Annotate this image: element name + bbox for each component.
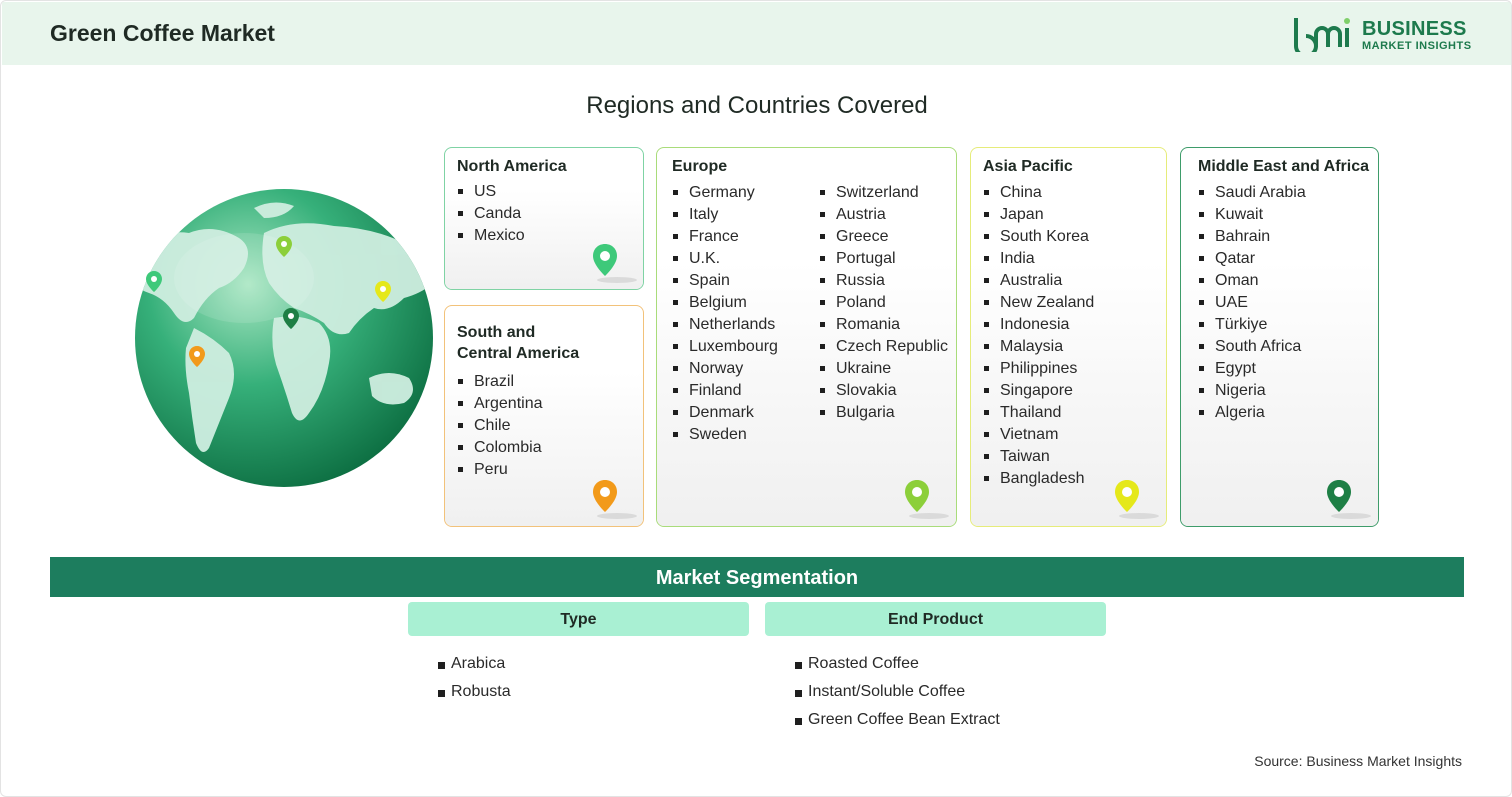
list-item: Bahrain xyxy=(1198,226,1306,248)
location-pin-icon xyxy=(593,244,637,283)
list-item: Roasted Coffee xyxy=(795,650,1000,678)
segment-list-end-product: Roasted Coffee Instant/Soluble Coffee Gr… xyxy=(795,650,1000,734)
segment-list-type: Arabica Robusta xyxy=(438,650,511,706)
list-item: Türkiye xyxy=(1198,314,1306,336)
region-title: Middle East and Africa xyxy=(1198,158,1369,175)
region-card-north-america: North America US Canda Mexico xyxy=(444,147,644,290)
logo-text-business: BUSINESS xyxy=(1362,18,1467,40)
list-item: Taiwan xyxy=(983,446,1094,468)
infographic-frame: Green Coffee Market BUSINESS MARKET INSI… xyxy=(0,0,1512,797)
list-item: Ukraine xyxy=(819,358,948,380)
list-item: Italy xyxy=(672,204,778,226)
list-item: Arabica xyxy=(438,650,511,678)
list-item: U.K. xyxy=(672,248,778,270)
list-item: Russia xyxy=(819,270,948,292)
region-title: Europe xyxy=(672,158,728,175)
location-pin-icon xyxy=(1327,480,1371,519)
logo-text-market-insights: MARKET INSIGHTS xyxy=(1362,40,1472,52)
list-item: Algeria xyxy=(1198,402,1306,424)
list-item: Luxembourg xyxy=(672,336,778,358)
list-item: Netherlands xyxy=(672,314,778,336)
list-item: Brazil xyxy=(457,371,543,393)
segment-header-type: Type xyxy=(408,602,749,636)
list-item: Green Coffee Bean Extract xyxy=(795,706,1000,734)
list-item: Malaysia xyxy=(983,336,1094,358)
list-item: Czech Republic xyxy=(819,336,948,358)
list-item: Bangladesh xyxy=(983,468,1094,490)
list-item: Romania xyxy=(819,314,948,336)
list-item: France xyxy=(672,226,778,248)
region-title-line1: South and xyxy=(457,324,536,341)
location-pin-icon xyxy=(593,480,637,519)
list-item: Instant/Soluble Coffee xyxy=(795,678,1000,706)
country-list-col2: Switzerland Austria Greece Portugal Russ… xyxy=(819,182,948,424)
list-item: Qatar xyxy=(1198,248,1306,270)
list-item: Austria xyxy=(819,204,948,226)
region-title: Asia Pacific xyxy=(983,158,1073,175)
region-card-middle-east-africa: Middle East and Africa Saudi Arabia Kuwa… xyxy=(1180,147,1379,527)
region-title-line2: Central America xyxy=(457,345,580,362)
region-card-south-central-america: South and Central America Brazil Argenti… xyxy=(444,305,644,527)
list-item: Singapore xyxy=(983,380,1094,402)
country-list-col1: Germany Italy France U.K. Spain Belgium … xyxy=(672,182,778,446)
country-list: US Canda Mexico xyxy=(457,181,525,247)
segment-header-end-product: End Product xyxy=(765,602,1106,636)
region-card-europe: Europe Germany Italy France U.K. Spain B… xyxy=(656,147,957,527)
location-pin-icon xyxy=(1115,480,1159,519)
list-item: Slovakia xyxy=(819,380,948,402)
country-list: Brazil Argentina Chile Colombia Peru xyxy=(457,371,543,481)
bmi-logo-icon xyxy=(1294,18,1350,52)
list-item: Spain xyxy=(672,270,778,292)
list-item: India xyxy=(983,248,1094,270)
list-item: South Africa xyxy=(1198,336,1306,358)
list-item: Colombia xyxy=(457,437,543,459)
list-item: Peru xyxy=(457,459,543,481)
list-item: Argentina xyxy=(457,393,543,415)
list-item: Kuwait xyxy=(1198,204,1306,226)
list-item: UAE xyxy=(1198,292,1306,314)
section-title: Regions and Countries Covered xyxy=(586,92,928,119)
list-item: China xyxy=(983,182,1094,204)
list-item: Australia xyxy=(983,270,1094,292)
page-title: Green Coffee Market xyxy=(50,20,275,46)
list-item: US xyxy=(457,181,525,203)
list-item: Japan xyxy=(983,204,1094,226)
list-item: Switzerland xyxy=(819,182,948,204)
bmi-logo: BUSINESS MARKET INSIGHTS xyxy=(1292,16,1472,54)
list-item: New Zealand xyxy=(983,292,1094,314)
header-bar: Green Coffee Market BUSINESS MARKET INSI… xyxy=(2,2,1511,65)
region-card-asia-pacific: Asia Pacific China Japan South Korea Ind… xyxy=(970,147,1167,527)
list-item: Greece xyxy=(819,226,948,248)
list-item: Sweden xyxy=(672,424,778,446)
list-item: Germany xyxy=(672,182,778,204)
list-item: Vietnam xyxy=(983,424,1094,446)
list-item: Saudi Arabia xyxy=(1198,182,1306,204)
list-item: Indonesia xyxy=(983,314,1094,336)
list-item: Norway xyxy=(672,358,778,380)
list-item: Oman xyxy=(1198,270,1306,292)
list-item: Egypt xyxy=(1198,358,1306,380)
region-title: South and Central America xyxy=(457,322,579,364)
country-list: Saudi Arabia Kuwait Bahrain Qatar Oman U… xyxy=(1198,182,1306,424)
list-item: Mexico xyxy=(457,225,525,247)
segmentation-title-bar: Market Segmentation xyxy=(50,557,1464,597)
list-item: Finland xyxy=(672,380,778,402)
list-item: Denmark xyxy=(672,402,778,424)
list-item: Robusta xyxy=(438,678,511,706)
region-title: North America xyxy=(457,158,567,175)
list-item: Nigeria xyxy=(1198,380,1306,402)
source-note: Source: Business Market Insights xyxy=(1254,753,1462,769)
list-item: Bulgaria xyxy=(819,402,948,424)
list-item: Poland xyxy=(819,292,948,314)
list-item: Portugal xyxy=(819,248,948,270)
country-list: China Japan South Korea India Australia … xyxy=(983,182,1094,490)
list-item: Chile xyxy=(457,415,543,437)
globe-icon xyxy=(135,189,433,487)
list-item: Philippines xyxy=(983,358,1094,380)
location-pin-icon xyxy=(905,480,949,519)
list-item: Canda xyxy=(457,203,525,225)
list-item: South Korea xyxy=(983,226,1094,248)
list-item: Belgium xyxy=(672,292,778,314)
list-item: Thailand xyxy=(983,402,1094,424)
